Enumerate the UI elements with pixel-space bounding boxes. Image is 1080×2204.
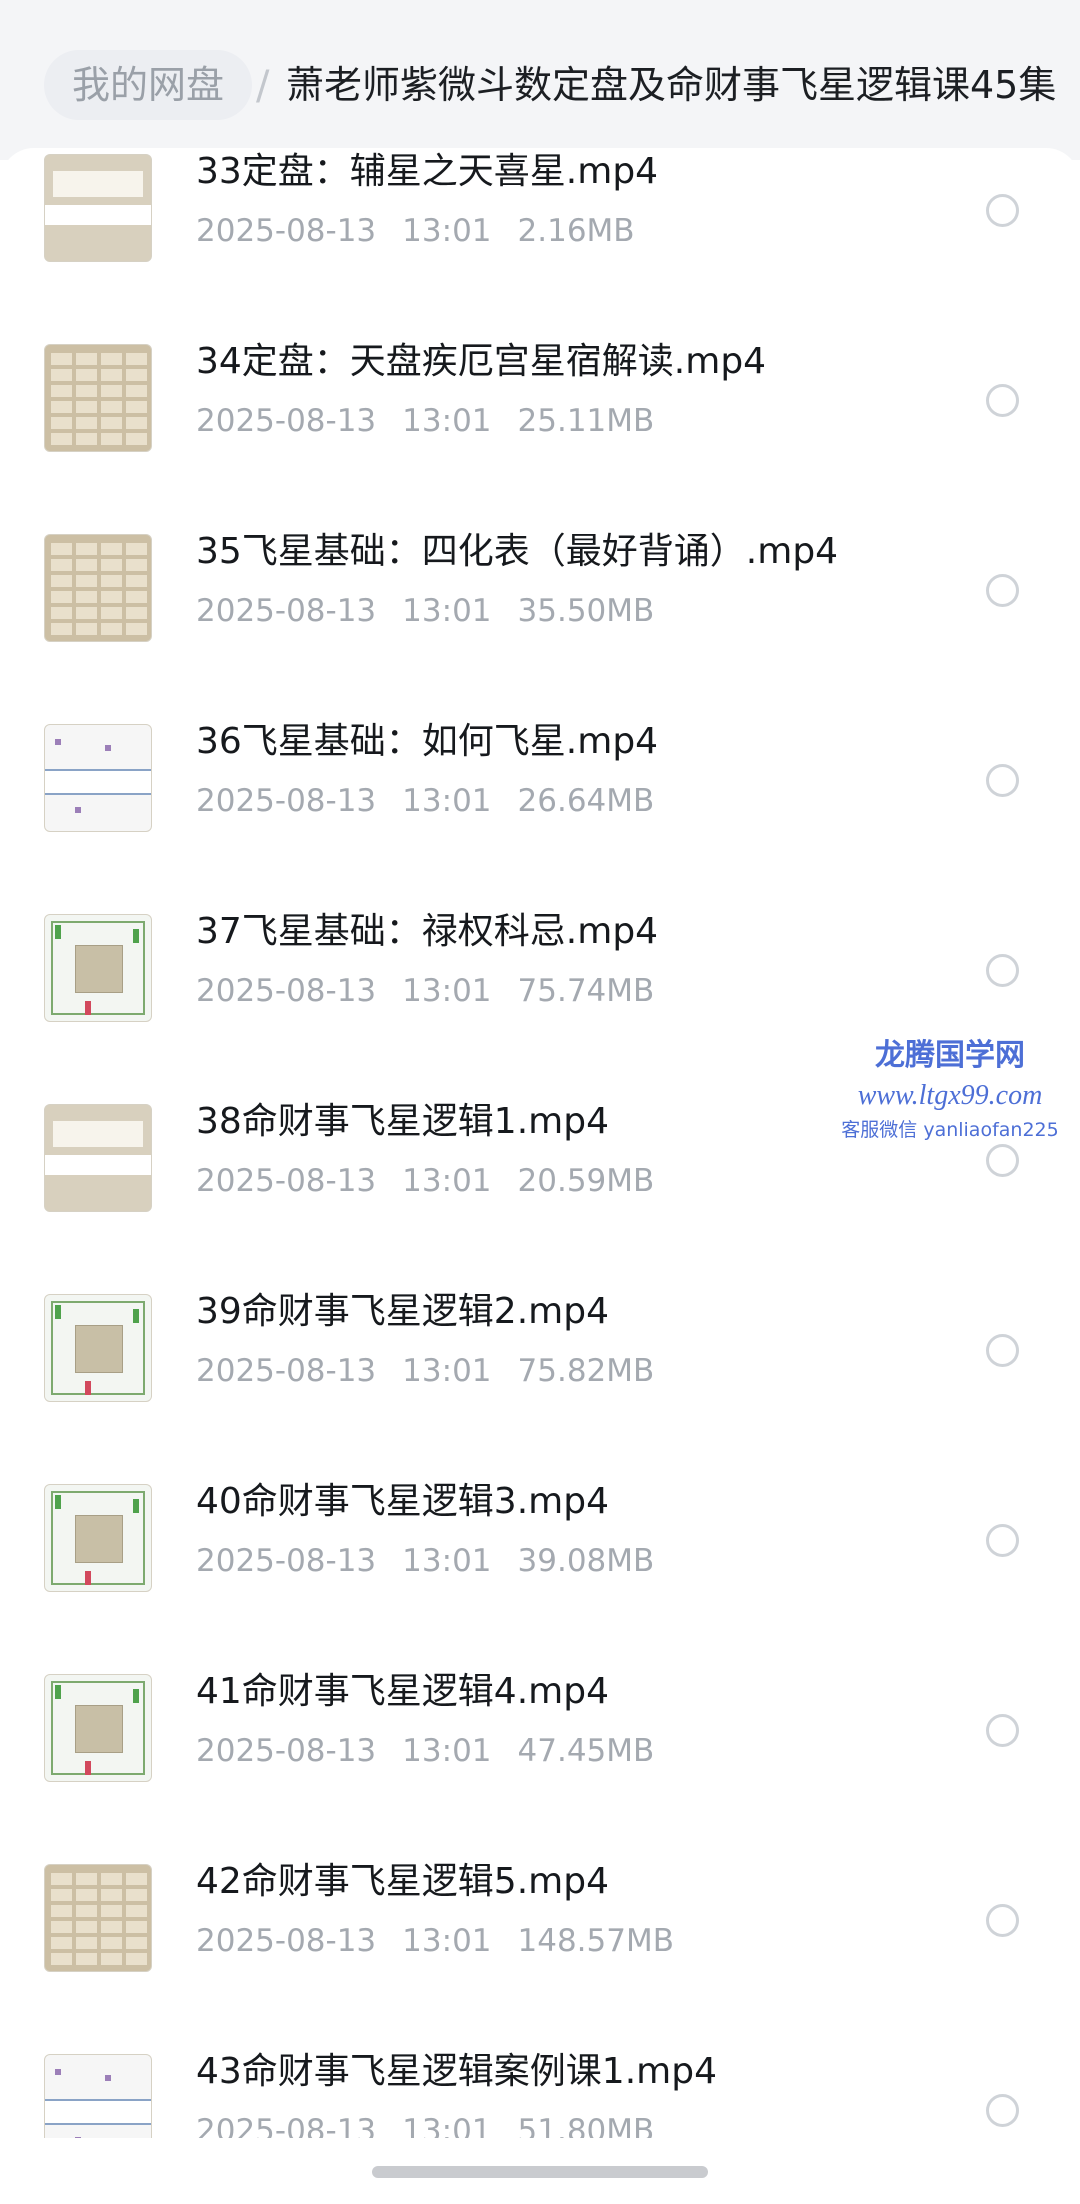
file-size: 26.64MB [517, 783, 655, 819]
file-list: 33定盘：辅星之天喜星.mp4 2025-08-13 13:01 2.16MB 34定盘… [0, 148, 1080, 2138]
file-row[interactable]: 40命财事飞星逻辑3.mp4 2025-08-13 13:01 39.08MB [0, 1444, 1080, 1634]
file-size: 148.57MB [517, 1923, 674, 1959]
file-time: 13:01 [402, 973, 492, 1009]
file-meta: 2025-08-13 13:01 20.59MB [196, 1160, 956, 1202]
select-radio[interactable] [986, 1714, 1019, 1747]
select-radio[interactable] [986, 954, 1019, 987]
home-indicator[interactable] [372, 2166, 708, 2178]
file-meta: 2025-08-13 13:01 35.50MB [196, 590, 956, 632]
file-date: 2025-08-13 [196, 1543, 377, 1579]
file-size: 20.59MB [517, 1163, 655, 1199]
file-meta: 2025-08-13 13:01 75.74MB [196, 970, 956, 1012]
file-row[interactable]: 33定盘：辅星之天喜星.mp4 2025-08-13 13:01 2.16MB [0, 148, 1080, 304]
breadcrumb-separator: / [256, 63, 270, 109]
select-radio[interactable] [986, 384, 1019, 417]
select-radio[interactable] [986, 1144, 1019, 1177]
file-row[interactable]: 38命财事飞星逻辑1.mp4 2025-08-13 13:01 20.59MB [0, 1064, 1080, 1254]
video-thumbnail [44, 914, 152, 1022]
file-date: 2025-08-13 [196, 1733, 377, 1769]
file-time: 13:01 [402, 1353, 492, 1389]
file-date: 2025-08-13 [196, 973, 377, 1009]
video-thumbnail [44, 1674, 152, 1782]
file-size: 47.45MB [517, 1733, 655, 1769]
select-radio[interactable] [986, 1524, 1019, 1557]
video-thumbnail [44, 1864, 152, 1972]
file-time: 13:01 [402, 213, 492, 249]
video-thumbnail [44, 724, 152, 832]
file-date: 2025-08-13 [196, 783, 377, 819]
file-time: 13:01 [402, 1543, 492, 1579]
file-date: 2025-08-13 [196, 403, 377, 439]
file-meta: 2025-08-13 13:01 39.08MB [196, 1540, 956, 1582]
file-date: 2025-08-13 [196, 1353, 377, 1389]
file-size: 39.08MB [517, 1543, 655, 1579]
file-size: 25.11MB [517, 403, 655, 439]
file-meta: 2025-08-13 13:01 148.57MB [196, 1920, 956, 1962]
file-date: 2025-08-13 [196, 1923, 377, 1959]
file-date: 2025-08-13 [196, 593, 377, 629]
file-meta: 2025-08-13 13:01 2.16MB [196, 210, 956, 252]
file-time: 13:01 [402, 1163, 492, 1199]
select-radio[interactable] [986, 194, 1019, 227]
file-row[interactable]: 42命财事飞星逻辑5.mp4 2025-08-13 13:01 148.57MB [0, 1824, 1080, 2014]
file-row[interactable]: 39命财事飞星逻辑2.mp4 2025-08-13 13:01 75.82MB [0, 1254, 1080, 1444]
file-name: 35飞星基础：四化表（最好背诵）.mp4 [196, 531, 839, 572]
file-meta: 2025-08-13 13:01 51.80MB [196, 2110, 956, 2138]
file-size: 35.50MB [517, 593, 655, 629]
file-time: 13:01 [402, 403, 492, 439]
breadcrumb-home[interactable]: 我的网盘 [44, 50, 253, 120]
file-meta: 2025-08-13 13:01 75.82MB [196, 1350, 956, 1392]
file-row[interactable]: 43命财事飞星逻辑案例课1.mp4 2025-08-13 13:01 51.80MB [0, 2014, 1080, 2138]
file-time: 13:01 [402, 783, 492, 819]
file-time: 13:01 [402, 1923, 492, 1959]
video-thumbnail [44, 344, 152, 452]
file-row[interactable]: 35飞星基础：四化表（最好背诵）.mp4 2025-08-13 13:01 35.50… [0, 494, 1080, 684]
file-time: 13:01 [402, 1733, 492, 1769]
file-name: 37飞星基础：禄权科忌.mp4 [196, 911, 659, 952]
video-thumbnail [44, 2054, 152, 2138]
select-radio[interactable] [986, 764, 1019, 797]
file-size: 51.80MB [517, 2113, 655, 2138]
file-meta: 2025-08-13 13:01 26.64MB [196, 780, 956, 822]
file-row[interactable]: 36飞星基础：如何飞星.mp4 2025-08-13 13:01 26.64MB [0, 684, 1080, 874]
file-meta: 2025-08-13 13:01 47.45MB [196, 1730, 956, 1772]
file-date: 2025-08-13 [196, 213, 377, 249]
top-bar: 我的网盘 / 萧老师紫微斗数定盘及命财事飞星逻辑课45集 [0, 0, 1080, 160]
select-radio[interactable] [986, 2094, 1019, 2127]
file-time: 13:01 [402, 593, 492, 629]
file-row[interactable]: 41命财事飞星逻辑4.mp4 2025-08-13 13:01 47.45MB [0, 1634, 1080, 1824]
file-meta: 2025-08-13 13:01 25.11MB [196, 400, 956, 442]
file-time: 13:01 [402, 2113, 492, 2138]
file-date: 2025-08-13 [196, 1163, 377, 1199]
file-name: 39命财事飞星逻辑2.mp4 [196, 1291, 609, 1332]
select-radio[interactable] [986, 1334, 1019, 1367]
file-name: 36飞星基础：如何飞星.mp4 [196, 721, 659, 762]
file-name: 41命财事飞星逻辑4.mp4 [196, 1671, 609, 1712]
file-size: 2.16MB [517, 213, 635, 249]
file-name: 38命财事飞星逻辑1.mp4 [196, 1101, 609, 1142]
file-row[interactable]: 34定盘：天盘疾厄宫星宿解读.mp4 2025-08-13 13:01 25.11MB [0, 304, 1080, 494]
select-radio[interactable] [986, 574, 1019, 607]
file-name: 43命财事飞星逻辑案例课1.mp4 [196, 2051, 717, 2092]
file-size: 75.74MB [517, 973, 655, 1009]
video-thumbnail [44, 154, 152, 262]
file-name: 40命财事飞星逻辑3.mp4 [196, 1481, 609, 1522]
video-thumbnail [44, 534, 152, 642]
select-radio[interactable] [986, 1904, 1019, 1937]
video-thumbnail [44, 1104, 152, 1212]
video-thumbnail [44, 1294, 152, 1402]
file-date: 2025-08-13 [196, 2113, 377, 2138]
file-size: 75.82MB [517, 1353, 655, 1389]
video-thumbnail [44, 1484, 152, 1592]
file-name: 42命财事飞星逻辑5.mp4 [196, 1861, 609, 1902]
file-row[interactable]: 37飞星基础：禄权科忌.mp4 2025-08-13 13:01 75.74MB [0, 874, 1080, 1064]
file-name: 33定盘：辅星之天喜星.mp4 [196, 151, 659, 192]
breadcrumb-current-folder: 萧老师紫微斗数定盘及命财事飞星逻辑课45集 [286, 63, 1057, 107]
file-name: 34定盘：天盘疾厄宫星宿解读.mp4 [196, 341, 767, 382]
